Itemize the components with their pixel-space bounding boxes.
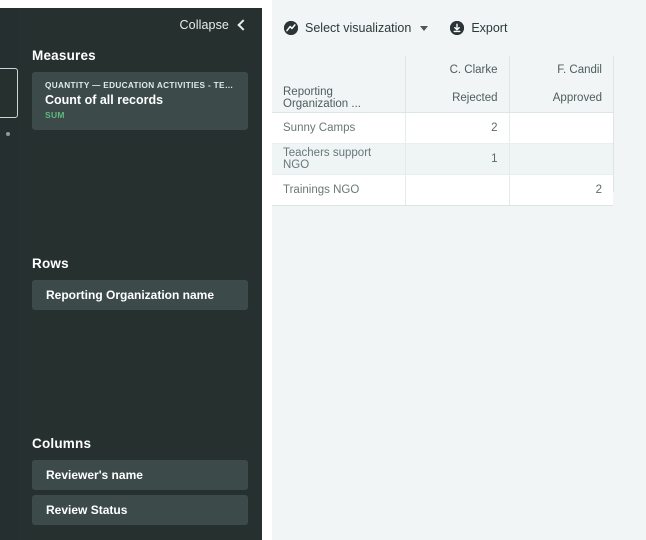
pivot-table-body: Sunny Camps 2 Teachers support NGO 1 Tra… bbox=[272, 112, 613, 206]
export-label: Export bbox=[471, 21, 508, 35]
header-row-reviewer: C. Clarke F. Candil bbox=[272, 56, 613, 84]
header-reviewer-1: C. Clarke bbox=[404, 56, 509, 84]
table-row: Teachers support NGO 1 bbox=[272, 143, 613, 175]
row-label: Teachers support NGO bbox=[272, 143, 405, 175]
table-right-border bbox=[613, 56, 614, 192]
collapse-label: Collapse bbox=[179, 18, 229, 32]
export-icon bbox=[450, 21, 465, 35]
chevron-left-icon bbox=[236, 20, 246, 30]
header-corner-blank bbox=[272, 56, 405, 84]
visualization-toolbar: Select visualization Export bbox=[272, 0, 646, 56]
columns-section-title: Columns bbox=[32, 436, 92, 451]
row-cell-value bbox=[508, 143, 613, 175]
rows-field-label: Reporting Organization name bbox=[46, 288, 215, 302]
header-reviewer-2: F. Candil bbox=[508, 56, 613, 84]
measure-title: Count of all records bbox=[45, 93, 164, 107]
pivot-table-head: C. Clarke F. Candil Reporting Organizati… bbox=[272, 56, 613, 113]
pivot-table: C. Clarke F. Candil Reporting Organizati… bbox=[272, 56, 613, 206]
measure-source-label: QUANTITY — EDUCATION ACTIVITIES - TEACHE… bbox=[45, 81, 235, 90]
left-edge-panel bbox=[0, 8, 18, 540]
measures-section-title: Measures bbox=[32, 48, 96, 63]
table-row: Sunny Camps 2 bbox=[272, 112, 613, 144]
left-edge-dot bbox=[6, 132, 10, 136]
row-cell-value: 1 bbox=[404, 143, 509, 175]
visualization-panel: Select visualization Export C. Clarke F.… bbox=[272, 0, 646, 540]
header-row-dimension: Reporting Organization ... bbox=[272, 84, 405, 113]
select-visualization-button[interactable]: Select visualization bbox=[284, 21, 429, 35]
collapse-sidebar-button[interactable]: Collapse bbox=[32, 8, 248, 42]
columns-field-label: Reviewer's name bbox=[46, 468, 143, 482]
row-label: Sunny Camps bbox=[272, 112, 405, 144]
measure-aggregation-badge: SUM bbox=[45, 110, 65, 120]
row-cell-value: 2 bbox=[404, 112, 509, 144]
header-status-1: Rejected bbox=[404, 84, 509, 113]
measures-section: Measures QUANTITY — EDUCATION ACTIVITIES… bbox=[32, 48, 248, 130]
select-visualization-label: Select visualization bbox=[305, 21, 412, 35]
row-cell-value: 2 bbox=[508, 174, 613, 206]
rows-section: Rows Reporting Organization name bbox=[32, 256, 248, 315]
chevron-down-icon bbox=[420, 25, 429, 31]
header-row-status: Reporting Organization ... Rejected Appr… bbox=[272, 84, 613, 113]
rows-field-item[interactable]: Reporting Organization name bbox=[32, 280, 248, 310]
pivot-config-sidebar: Collapse Measures QUANTITY — EDUCATION A… bbox=[18, 8, 262, 540]
pivot-builder-app: Collapse Measures QUANTITY — EDUCATION A… bbox=[0, 0, 646, 540]
measure-card[interactable]: QUANTITY — EDUCATION ACTIVITIES - TEACHE… bbox=[32, 72, 248, 130]
columns-section: Columns Reviewer's name Review Status bbox=[32, 436, 248, 530]
header-status-2: Approved bbox=[508, 84, 613, 113]
row-cell-value bbox=[508, 112, 613, 144]
columns-field-item-reviewer[interactable]: Reviewer's name bbox=[32, 460, 248, 490]
row-label: Trainings NGO bbox=[272, 174, 405, 206]
left-edge-card[interactable] bbox=[0, 68, 18, 118]
columns-field-item-status[interactable]: Review Status bbox=[32, 495, 248, 525]
columns-field-label: Review Status bbox=[46, 503, 128, 517]
table-row: Trainings NGO 2 bbox=[272, 174, 613, 206]
export-button[interactable]: Export bbox=[450, 21, 507, 35]
visualization-icon bbox=[284, 21, 298, 35]
row-cell-value bbox=[404, 174, 509, 206]
rows-section-title: Rows bbox=[32, 256, 69, 271]
